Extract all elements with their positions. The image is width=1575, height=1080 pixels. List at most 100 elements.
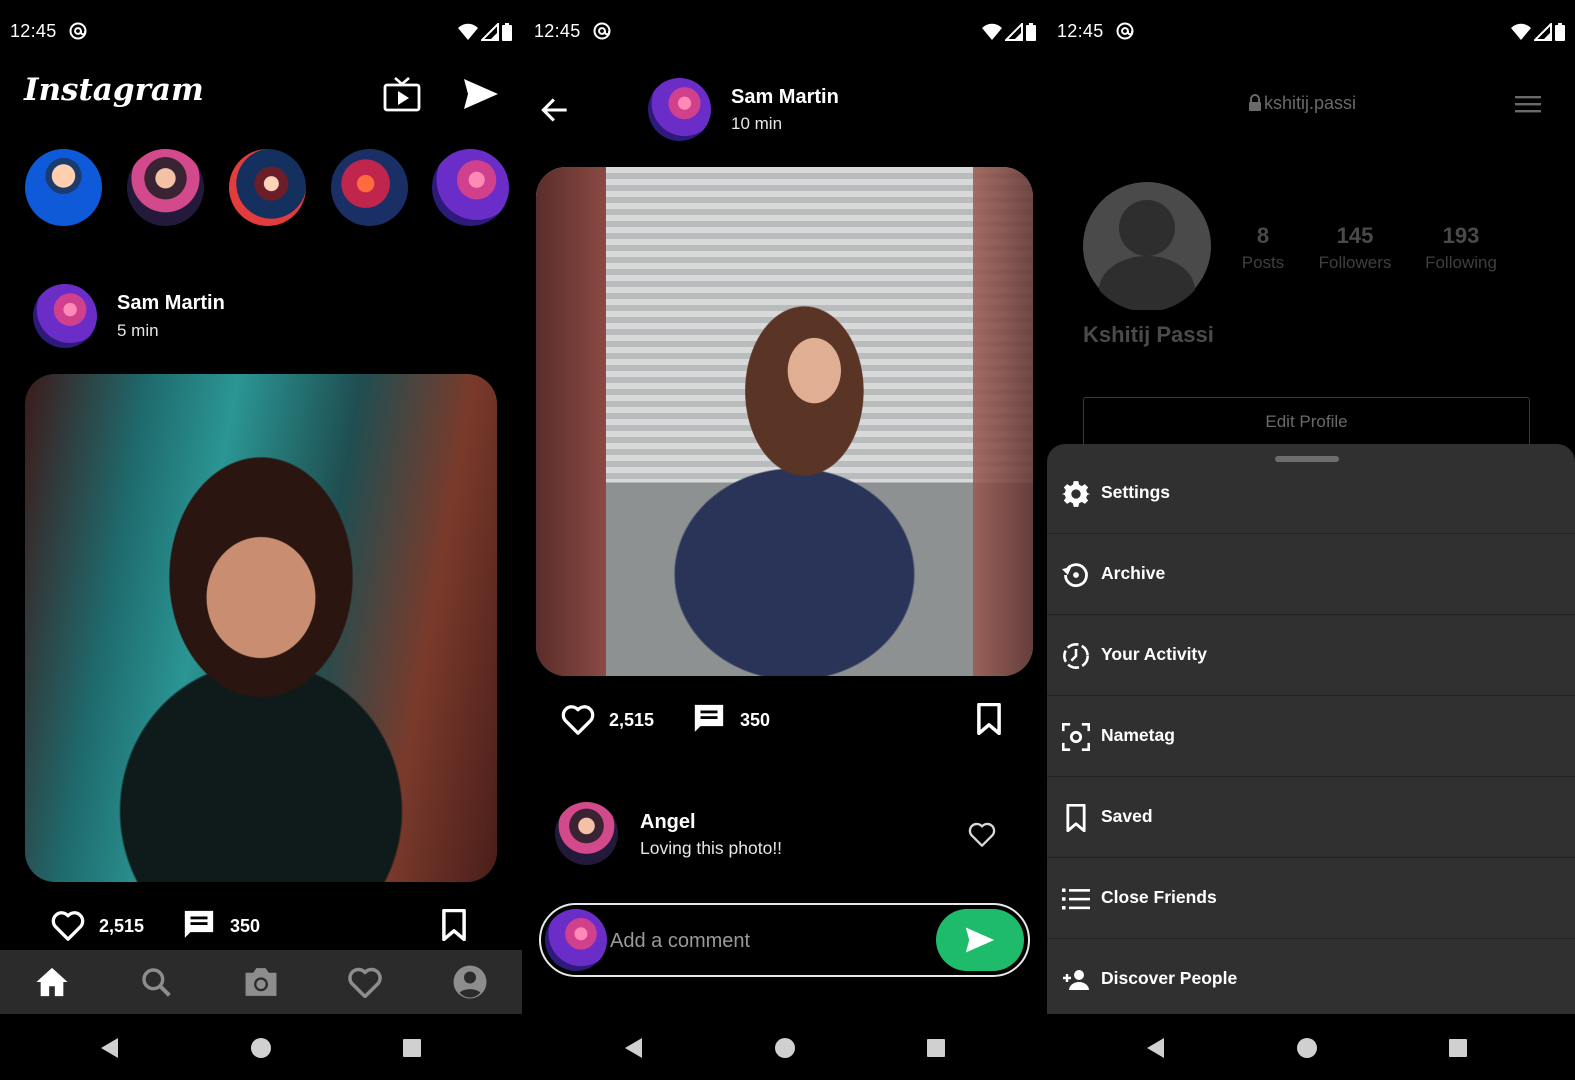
- send-icon: [965, 927, 995, 953]
- menu-item-label: Archive: [1101, 563, 1166, 583]
- story-avatar[interactable]: [331, 149, 408, 226]
- tab-home[interactable]: [32, 962, 72, 1002]
- stat-posts[interactable]: 8 Posts: [1218, 223, 1308, 273]
- menu-item-nametag[interactable]: Nametag: [1047, 696, 1575, 777]
- at-icon: [1116, 22, 1134, 40]
- story-avatar[interactable]: [25, 149, 102, 226]
- comment-icon[interactable]: [182, 908, 216, 942]
- recents-nav-icon[interactable]: [1446, 1036, 1470, 1060]
- bookmark-icon: [1066, 804, 1086, 832]
- status-bar: 12:45: [524, 0, 1046, 62]
- commenter-name[interactable]: Angel: [640, 811, 696, 834]
- stat-label: Posts: [1241, 253, 1285, 272]
- bookmark-icon[interactable]: [441, 909, 467, 941]
- wifi-icon: [458, 23, 478, 40]
- home-nav-icon[interactable]: [773, 1036, 797, 1060]
- story-avatar[interactable]: [432, 149, 509, 226]
- nametag-icon: [1062, 723, 1090, 751]
- edit-profile-button[interactable]: Edit Profile: [1083, 397, 1530, 447]
- stat-label: Following: [1425, 253, 1497, 272]
- tab-profile[interactable]: [450, 962, 490, 1002]
- tab-activity[interactable]: [345, 962, 385, 1002]
- menu-item-archive[interactable]: Archive: [1047, 534, 1575, 615]
- home-nav-icon[interactable]: [1295, 1036, 1319, 1060]
- recents-nav-icon[interactable]: [400, 1036, 424, 1060]
- profile-username: kshitij.passi: [1264, 93, 1357, 113]
- wifi-icon: [1511, 23, 1531, 40]
- tab-search[interactable]: [136, 962, 176, 1002]
- home-nav-icon[interactable]: [249, 1036, 273, 1060]
- comment-count: 350: [740, 710, 771, 730]
- gear-icon: [1062, 481, 1090, 507]
- commenter-avatar[interactable]: [555, 802, 618, 865]
- back-arrow-icon[interactable]: [540, 96, 570, 124]
- profile-full-name: Kshitij Passi: [1083, 322, 1214, 347]
- status-time: 12:45: [1057, 21, 1104, 41]
- menu-item-saved[interactable]: Saved: [1047, 777, 1575, 858]
- recents-nav-icon[interactable]: [924, 1036, 948, 1060]
- profile-icon: [453, 965, 487, 999]
- my-avatar: [545, 909, 607, 971]
- send-comment-button[interactable]: [936, 909, 1024, 971]
- status-bar: 12:45: [0, 0, 522, 62]
- lock-icon: [1249, 94, 1261, 111]
- back-nav-icon[interactable]: [622, 1036, 646, 1060]
- post-time: 10 min: [731, 114, 783, 133]
- wifi-icon: [982, 23, 1002, 40]
- story-avatar[interactable]: [229, 149, 306, 226]
- back-nav-icon[interactable]: [1144, 1036, 1168, 1060]
- story-avatar[interactable]: [127, 149, 204, 226]
- tab-camera[interactable]: [241, 962, 281, 1002]
- at-icon: [69, 22, 87, 40]
- menu-item-settings[interactable]: Settings: [1047, 453, 1575, 534]
- menu-item-discover-people[interactable]: Discover People: [1047, 939, 1575, 1020]
- back-nav-icon[interactable]: [98, 1036, 122, 1060]
- menu-item-your-activity[interactable]: Your Activity: [1047, 615, 1575, 696]
- post-author-avatar[interactable]: [33, 284, 97, 348]
- home-icon: [36, 967, 68, 997]
- post-author-name[interactable]: Sam Martin: [731, 86, 839, 109]
- menu-icon[interactable]: [1515, 94, 1541, 114]
- stat-value: 145: [1336, 223, 1374, 248]
- options-bottom-sheet: Settings Archive Your Activity Nametag S…: [1047, 444, 1575, 1014]
- system-nav-bar: [524, 1016, 1046, 1080]
- comment-text: Loving this photo!!: [640, 838, 783, 858]
- like-icon[interactable]: [51, 909, 85, 941]
- like-count: 2,515: [99, 916, 145, 936]
- stat-followers[interactable]: 145 Followers: [1310, 223, 1400, 273]
- status-bar: 12:45: [1047, 0, 1575, 62]
- stat-label: Followers: [1318, 253, 1392, 272]
- igtv-icon[interactable]: [383, 76, 421, 112]
- stat-value: 193: [1442, 223, 1480, 248]
- post-author-avatar[interactable]: [648, 78, 711, 141]
- comment-input[interactable]: [610, 925, 930, 957]
- at-icon: [593, 22, 611, 40]
- like-icon[interactable]: [561, 703, 595, 735]
- app-logo: Instagram: [24, 72, 204, 108]
- battery-icon: [502, 23, 512, 41]
- archive-icon: [1062, 563, 1088, 588]
- status-time: 12:45: [534, 21, 581, 41]
- menu-item-label: Discover People: [1101, 968, 1238, 988]
- heart-icon: [348, 967, 382, 998]
- stat-following[interactable]: 193 Following: [1416, 223, 1506, 273]
- post-photo[interactable]: [25, 374, 497, 882]
- comment-icon[interactable]: [692, 702, 726, 736]
- bookmark-icon[interactable]: [976, 703, 1002, 735]
- post-photo[interactable]: [536, 167, 1033, 676]
- stat-value: 8: [1256, 223, 1270, 248]
- menu-item-close-friends[interactable]: Close Friends: [1047, 858, 1575, 939]
- profile-avatar[interactable]: [1083, 182, 1211, 310]
- post-time: 5 min: [117, 321, 159, 340]
- comment-like-icon[interactable]: [968, 821, 996, 847]
- post-author-name[interactable]: Sam Martin: [117, 292, 225, 315]
- direct-message-icon[interactable]: [463, 78, 499, 110]
- menu-item-label: Nametag: [1101, 725, 1175, 745]
- like-count: 2,515: [609, 710, 655, 730]
- system-nav-bar: [0, 1016, 522, 1080]
- signal-icon: [481, 23, 499, 41]
- comment-count: 350: [230, 916, 261, 936]
- activity-icon: [1063, 643, 1089, 669]
- menu-item-label: Settings: [1101, 482, 1171, 502]
- battery-icon: [1026, 23, 1036, 41]
